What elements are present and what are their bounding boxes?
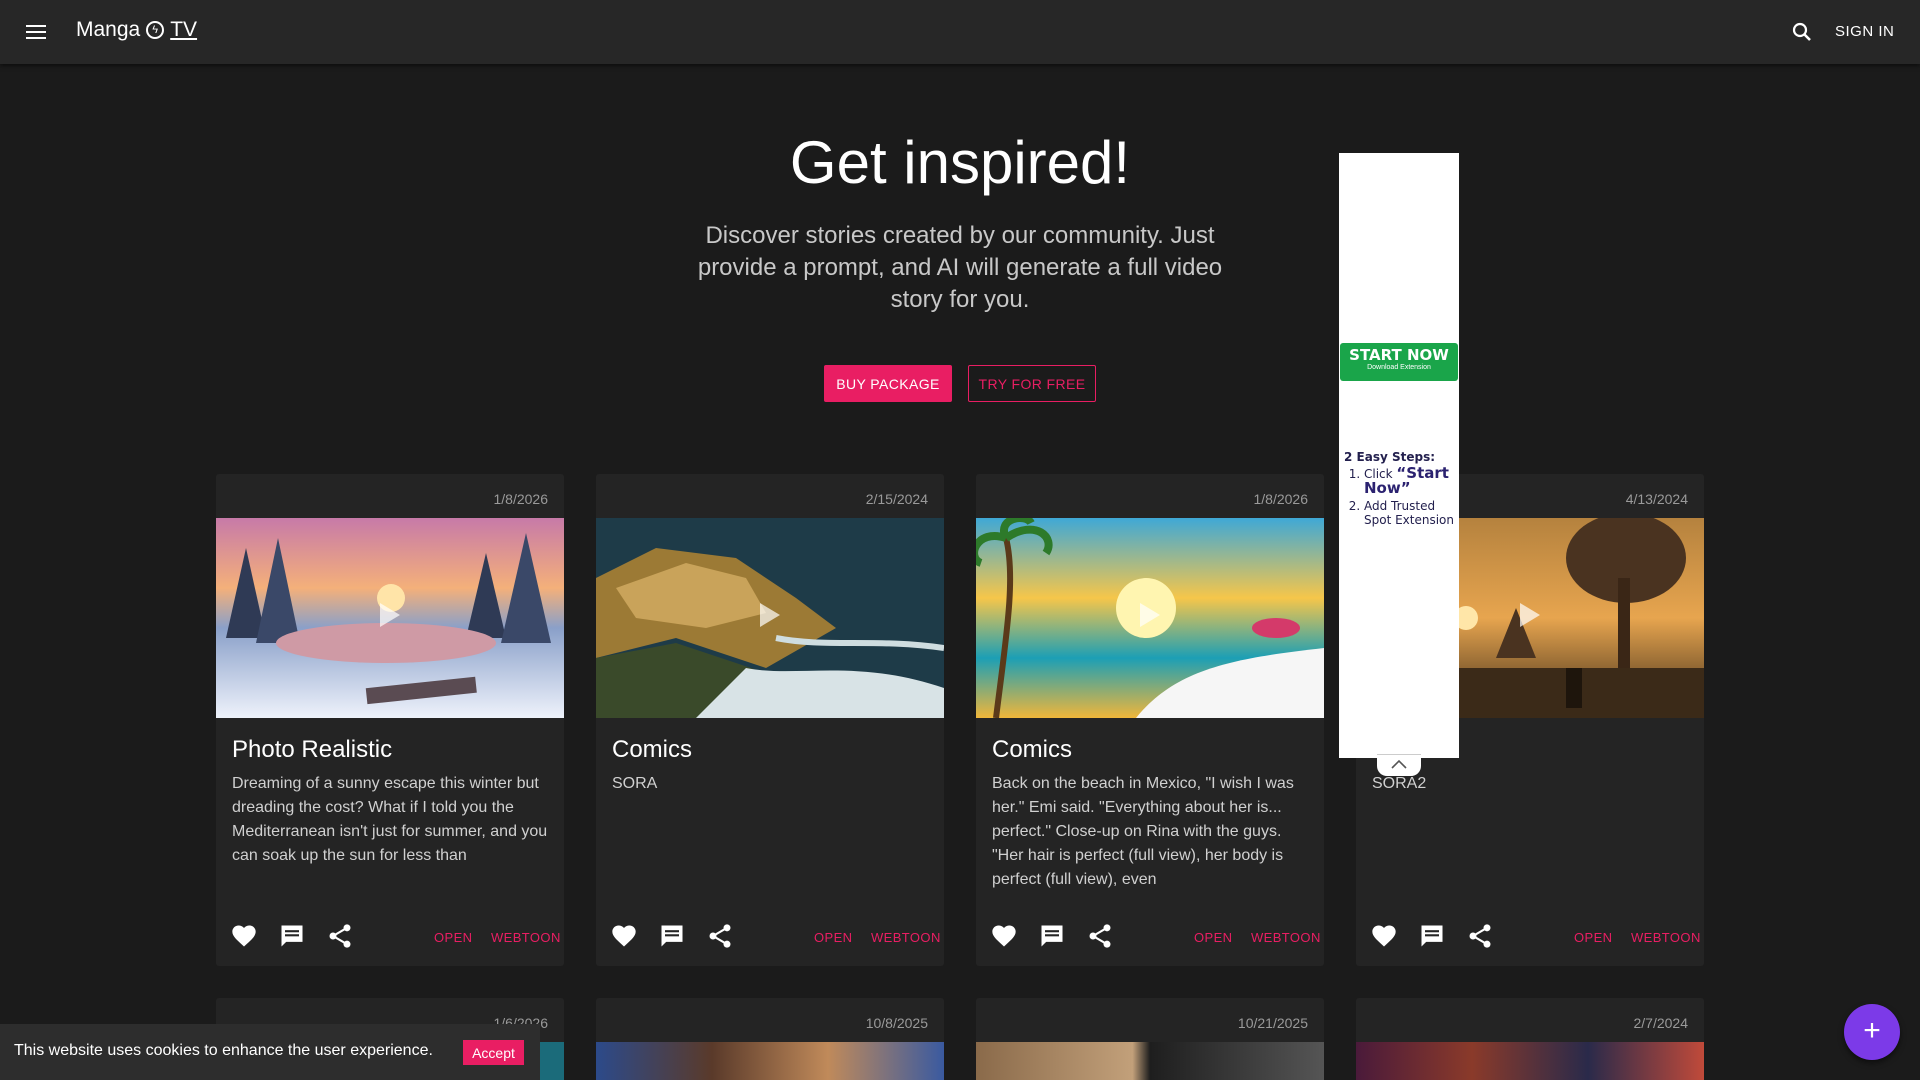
ad-start-label: START NOW — [1349, 346, 1449, 364]
story-thumbnail[interactable] — [1356, 1042, 1704, 1080]
ad-step-2: Add Trusted Spot Extension — [1364, 499, 1456, 527]
webtoon-button[interactable]: WEBTOON — [1631, 930, 1701, 945]
cookie-banner: This website uses cookies to enhance the… — [0, 1024, 540, 1080]
site-logo[interactable]: Manga ϟ TV — [76, 18, 197, 42]
webtoon-button[interactable]: WEBTOON — [871, 930, 941, 945]
sign-in-button[interactable]: SIGN IN — [1835, 23, 1894, 40]
chevron-up-icon — [1391, 759, 1407, 769]
open-button[interactable]: OPEN — [814, 930, 852, 945]
story-thumbnail[interactable] — [216, 518, 564, 718]
bolt-icon: ϟ — [146, 21, 165, 39]
share-icon[interactable] — [706, 922, 734, 950]
story-card: 2/7/2024 — [1356, 998, 1704, 1080]
ad-step-1: Click “Start Now” — [1364, 466, 1456, 496]
ad-steps: 2 Easy Steps: Click “Start Now” Add Trus… — [1344, 450, 1456, 530]
story-card: 10/8/2025 — [596, 998, 944, 1080]
play-icon — [380, 603, 400, 627]
card-title: Photo Realistic — [232, 736, 393, 763]
card-actions: OPEN WEBTOON — [216, 922, 564, 962]
card-date: 10/8/2025 — [865, 1015, 928, 1031]
card-description: Dreaming of a sunny escape this winter b… — [232, 775, 548, 864]
card-actions: OPEN WEBTOON — [976, 922, 1324, 962]
play-icon — [1520, 603, 1540, 627]
card-date: 10/21/2025 — [1237, 1015, 1308, 1031]
story-card: 1/8/2026 Comics Back on the beach in Mex… — [976, 474, 1324, 966]
open-button[interactable]: OPEN — [1194, 930, 1232, 945]
ad-collapse-button[interactable] — [1377, 754, 1421, 776]
story-card: 1/8/2026 Photo Realistic Dreaming of a s… — [216, 474, 564, 966]
heart-icon[interactable] — [990, 922, 1018, 950]
story-thumbnail[interactable] — [596, 518, 944, 718]
story-thumbnail[interactable] — [976, 1042, 1324, 1080]
open-button[interactable]: OPEN — [434, 930, 472, 945]
story-card: 10/21/2025 — [976, 998, 1324, 1080]
share-icon[interactable] — [1466, 922, 1494, 950]
card-description: SORA2 — [1372, 775, 1427, 792]
card-date: 2/15/2024 — [865, 491, 928, 507]
ad-steps-heading: 2 Easy Steps: — [1344, 450, 1436, 464]
search-icon[interactable] — [1790, 20, 1814, 44]
card-date: 2/7/2024 — [1633, 1015, 1689, 1031]
share-icon[interactable] — [326, 922, 354, 950]
card-title: Comics — [992, 736, 1073, 763]
heart-icon[interactable] — [1370, 922, 1398, 950]
ad-start-sublabel: Download Extension — [1367, 364, 1431, 371]
comment-icon[interactable] — [1038, 922, 1066, 950]
menu-icon[interactable] — [22, 21, 50, 43]
story-thumbnail[interactable] — [596, 1042, 944, 1080]
heart-icon[interactable] — [610, 922, 638, 950]
play-icon — [1140, 603, 1160, 627]
accept-cookies-button[interactable]: Accept — [463, 1040, 524, 1065]
card-actions: OPEN WEBTOON — [596, 922, 944, 962]
top-app-bar: Manga ϟ TV SIGN IN — [0, 0, 1920, 64]
card-date: 1/8/2026 — [493, 491, 549, 507]
ad-start-now-button[interactable]: START NOW Download Extension — [1340, 343, 1458, 381]
share-icon[interactable] — [1086, 922, 1114, 950]
open-button[interactable]: OPEN — [1574, 930, 1612, 945]
logo-text: Manga — [76, 18, 141, 41]
card-date: 1/8/2026 — [1253, 491, 1309, 507]
story-thumbnail[interactable] — [976, 518, 1324, 718]
play-icon — [760, 603, 780, 627]
card-date: 4/13/2024 — [1625, 491, 1688, 507]
cookie-text: This website uses cookies to enhance the… — [14, 1042, 433, 1059]
logo-suffix: TV — [170, 18, 198, 41]
heart-icon[interactable] — [230, 922, 258, 950]
comment-icon[interactable] — [1418, 922, 1446, 950]
ad-banner[interactable]: START NOW Download Extension 2 Easy Step… — [1339, 153, 1459, 758]
comment-icon[interactable] — [278, 922, 306, 950]
card-description: SORA — [612, 775, 658, 792]
card-actions: OPEN WEBTOON — [1356, 922, 1704, 962]
story-card: 2/15/2024 Comics SORA OPEN WEBTOON — [596, 474, 944, 966]
buy-package-button[interactable]: BUY PACKAGE — [824, 365, 952, 402]
card-description: Back on the beach in Mexico, "I wish I w… — [992, 775, 1294, 888]
hero-subtitle: Discover stories created by our communit… — [697, 222, 1223, 313]
webtoon-button[interactable]: WEBTOON — [491, 930, 561, 945]
try-for-free-button[interactable]: TRY FOR FREE — [968, 365, 1096, 402]
add-fab-button[interactable]: + — [1844, 1004, 1900, 1060]
page-title: Get inspired! — [789, 129, 1131, 196]
comment-icon[interactable] — [658, 922, 686, 950]
card-title: Comics — [612, 736, 693, 763]
webtoon-button[interactable]: WEBTOON — [1251, 930, 1321, 945]
